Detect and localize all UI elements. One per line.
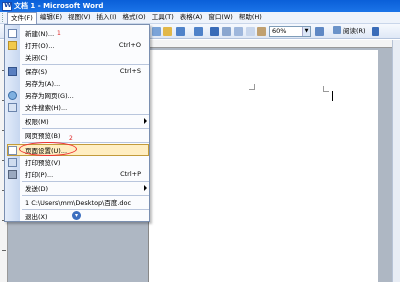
margin-corner-left — [249, 84, 255, 90]
menu-item-send[interactable]: 发送(D) — [5, 182, 151, 194]
expand-menu-icon[interactable]: ▾ — [72, 211, 81, 220]
menu-item-print[interactable]: 打印(P)... Ctrl+P — [5, 168, 151, 180]
menu-item-label: 另存为网页(G)... — [25, 92, 74, 100]
menu-item-label: 网页预览(B) — [25, 132, 61, 140]
ruler-mark — [2, 250, 6, 251]
menu-help[interactable]: 帮助(H) — [236, 12, 265, 23]
copy-icon[interactable] — [152, 27, 161, 36]
menu-item-recent-file[interactable]: 1 C:\Users\mm\Desktop\百度.doc — [5, 196, 151, 208]
word-app-icon — [2, 1, 12, 11]
save-icon — [8, 66, 17, 76]
drawing-icon[interactable] — [257, 27, 266, 36]
menu-item-label: 关闭(C) — [25, 54, 48, 62]
margin-corner-right — [323, 86, 329, 92]
annotation-number: 1 — [57, 29, 61, 37]
zoom-select[interactable]: 60% ▼ — [269, 26, 311, 37]
menu-item-label: 保存(S) — [25, 68, 48, 76]
window-title: 文档 1 - Microsoft Word — [14, 2, 104, 10]
submenu-arrow-icon — [144, 118, 147, 124]
menu-item-label: 另存为(A)... — [25, 80, 61, 88]
zoom-value: 60% — [272, 27, 287, 35]
text-cursor — [332, 91, 333, 101]
tables-icon[interactable] — [222, 27, 231, 36]
toolbar-options-icon[interactable] — [372, 27, 379, 36]
menu-item-file-search[interactable]: 文件搜索(H)... — [5, 101, 151, 113]
menu-edit[interactable]: 编辑(E) — [37, 12, 65, 23]
menu-item-label: 打开(O)... — [25, 42, 55, 50]
menu-item-new[interactable]: 新建(N)... 1 — [5, 27, 151, 39]
menu-view[interactable]: 视图(V) — [65, 12, 94, 23]
menu-item-label: 1 C:\Users\mm\Desktop\百度.doc — [25, 199, 132, 207]
format-painter-icon[interactable] — [163, 27, 172, 36]
read-button[interactable]: 阅读(R) — [333, 26, 366, 37]
help-icon[interactable] — [315, 27, 324, 36]
insert-table-icon[interactable] — [234, 27, 243, 36]
menu-item-label: 打印预览(V) — [25, 159, 61, 167]
menu-item-save[interactable]: 保存(S) Ctrl+S — [5, 65, 151, 77]
submenu-arrow-icon — [144, 185, 147, 191]
read-icon — [333, 26, 341, 34]
menu-item-label: 打印(P)... — [25, 171, 54, 179]
page-background — [378, 48, 392, 282]
print-preview-icon — [8, 157, 17, 167]
file-menu-dropdown: 新建(N)... 1 打开(O)... Ctrl+O 关闭(C) 保存(S) C… — [4, 24, 150, 222]
menu-item-open[interactable]: 打开(O)... Ctrl+O — [5, 39, 151, 51]
print-icon — [8, 169, 17, 179]
columns-icon[interactable] — [246, 27, 255, 36]
menu-table[interactable]: 表格(A) — [177, 12, 206, 23]
read-label: 阅读(R) — [343, 27, 366, 35]
menu-item-shortcut: Ctrl+S — [119, 67, 141, 75]
hyperlink-icon[interactable] — [210, 27, 219, 36]
menu-format[interactable]: 格式(O) — [120, 12, 149, 23]
menu-item-close[interactable]: 关闭(C) — [5, 51, 151, 63]
document-page[interactable] — [148, 50, 378, 282]
web-page-icon — [8, 90, 17, 100]
menu-insert[interactable]: 插入(I) — [94, 12, 120, 23]
menu-item-label: 新建(N)... — [25, 30, 55, 38]
redo-icon[interactable] — [194, 27, 203, 36]
menu-item-permission[interactable]: 权限(M) — [5, 115, 151, 127]
menu-item-web-preview[interactable]: 网页预览(B) — [5, 129, 151, 141]
chevron-down-icon[interactable]: ▼ — [302, 27, 310, 36]
new-document-icon — [8, 28, 17, 38]
menu-item-label: 退出(X) — [25, 213, 48, 221]
menu-item-save-as-web[interactable]: 另存为网页(G)... — [5, 89, 151, 101]
menu-tools[interactable]: 工具(T) — [149, 12, 177, 23]
menu-item-label: 权限(M) — [25, 118, 49, 126]
menu-window[interactable]: 窗口(W) — [205, 12, 236, 23]
menu-file[interactable]: 文件(F) — [7, 11, 37, 24]
menu-item-shortcut: Ctrl+P — [120, 170, 141, 178]
menu-bar: 文件(F) 编辑(E) 视图(V) 插入(I) 格式(O) 工具(T) 表格(A… — [0, 11, 400, 24]
search-file-icon — [8, 102, 17, 112]
undo-icon[interactable] — [176, 27, 185, 36]
annotation-number: 2 — [69, 135, 73, 142]
vertical-scrollbar[interactable] — [392, 40, 400, 282]
page-setup-icon — [8, 145, 17, 155]
menu-item-label: 文件搜索(H)... — [25, 104, 68, 112]
menu-item-shortcut: Ctrl+O — [118, 41, 141, 49]
open-folder-icon — [8, 40, 17, 50]
title-bar: 文档 1 - Microsoft Word — [0, 0, 400, 12]
menubar-grip — [2, 13, 5, 22]
menu-item-label: 发送(D) — [25, 185, 49, 193]
menu-item-save-as[interactable]: 另存为(A)... — [5, 77, 151, 89]
annotation-circle — [19, 142, 77, 156]
menu-item-print-preview[interactable]: 打印预览(V) — [5, 156, 151, 168]
